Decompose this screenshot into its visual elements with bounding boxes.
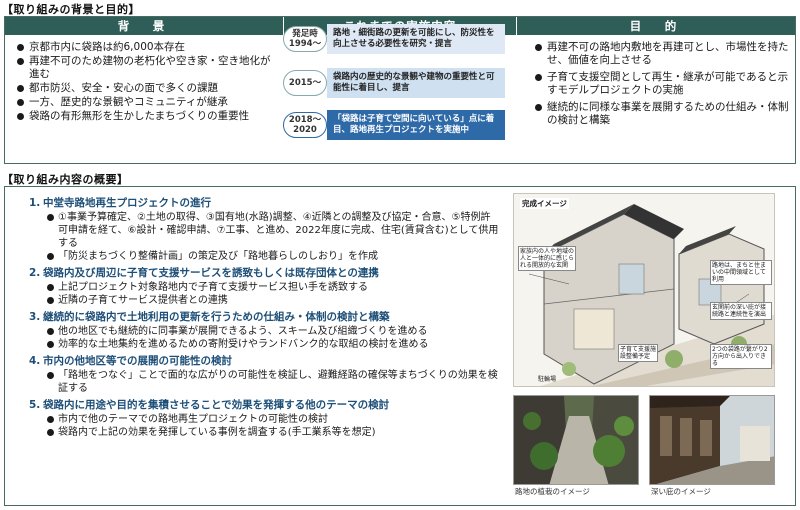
list-item: 一方、歴史的な景観やコミュニティが継承 [15,96,277,109]
outline-item: 4. 市内の他地区等での展開の可能性の検討 「路地をつなぐ」ことで面的な広がりの可… [29,355,499,395]
list-item: 京都市内に袋路は約6,000本存在 [15,41,277,54]
list-item: 市内で他のテーマでの路地再生プロジェクトの可能性の検討 [45,413,499,426]
callout-label: 路地は、まちと住まいの中間領域として利用 [710,260,772,285]
purpose-list: 再建不可の路地内敷地を再建可とし、市場性を持たせ、価値を向上させる 子育て支援空… [533,41,789,128]
outline-heading: 5. 袋路内に用途や目的を集積させることで効果を発揮する他のテーマの検討 [29,399,390,411]
callout-label: 駐輪場 [538,376,557,383]
completion-illustration: 完成イメージ 家族内の人や地域の人と一体的に感じられる開放的な玄関 路地は、まち… [513,193,775,387]
photo-caption: 深い庇のイメージ [651,487,711,496]
outline-heading: 1. 中堂寺路地再生プロジェクトの進行 [29,197,211,209]
photo-caption: 路地の植栽のイメージ [515,487,590,496]
callout-label: 2つの袋路が繋がり2方向から出入りできる [710,344,772,369]
list-item: 再建不可の路地内敷地を再建可とし、市場性を持たせ、価値を向上させる [533,41,789,67]
outline-heading: 4. 市内の他地区等での展開の可能性の検討 [29,355,232,367]
list-item: 継続的に同様な事業を展開するための仕組み・体制の検討と構築 [533,101,789,127]
list-item: 効率的な土地集約を進めるための寄附受けやランドバンク的な取組の検討を進める [45,338,499,351]
timeline-item: 2018～ 2020 「袋路は子育て空間に向いている」点に着目、路地再生プロジェ… [283,110,505,140]
list-item: 上記プロジェクト対象路地内で子育て支援サービス担い手を誘致する [45,281,499,294]
list-item: 袋路の有形無形を生かしたまちづくりの重要性 [15,110,277,123]
deep-eaves-image [650,396,774,484]
timeline-text: 路地・細街路の更新を可能にし、防災性を向上させる必要性を研究・提言 [327,24,505,54]
timeline-year: 2015～ [283,70,327,96]
alley-planting-image [514,396,638,484]
overview-section-title: 【取り組み内容の概要】 [2,173,129,186]
outline-item: 1. 中堂寺路地再生プロジェクトの進行 ①事業予算確定、②土地の取得、③国有地(水… [29,197,499,263]
timeline-year: 発足時 1994～ [283,26,327,52]
list-item: 再建不可のため建物の老朽化や空き家・空き地化が進む [15,55,277,81]
overview-outline: 1. 中堂寺路地再生プロジェクトの進行 ①事業予算確定、②土地の取得、③国有地(水… [29,197,499,443]
list-item: 近隣の子育てサービス提供者との連携 [45,294,499,307]
timeline-text: 袋路内の歴史的な景観や建物の重要性と可能性に着目し、提言 [327,68,505,98]
callout-label: 子育て支援施設整備予定 [618,344,658,362]
illustration-title: 完成イメージ [520,198,569,209]
list-item: 他の地区でも継続的に同事業が展開できるよう、スキーム及び組織づくりを進める [45,325,499,338]
timeline-year: 2018～ 2020 [283,112,327,138]
history-timeline: 発足時 1994～ 路地・細街路の更新を可能にし、防災性を向上させる必要性を研究… [283,22,505,144]
timeline-text: 「袋路は子育て空間に向いている」点に着目、路地再生プロジェクトを実施中 [327,110,505,140]
callout-label: 家族内の人や地域の人と一体的に感じられる開放的な玄関 [518,246,576,271]
alley-planting-photo [513,395,639,485]
outline-heading: 2. 袋路内及び周辺に子育て支援サービスを誘致もしくは既存団体との連携 [29,267,379,279]
overview-panel: 1. 中堂寺路地再生プロジェクトの進行 ①事業予算確定、②土地の取得、③国有地(水… [4,186,796,506]
timeline-item: 発足時 1994～ 路地・細街路の更新を可能にし、防災性を向上させる必要性を研究… [283,24,505,54]
callout-label: 玄関前の深い庇が接続路と連続性を演出 [710,302,772,320]
list-item: 子育て支援空間として再生・継承が可能であると示すモデルプロジェクトの実施 [533,71,789,97]
outline-heading: 3. 継続的に袋路内で土地利用の更新を行うための仕組み・体制の検討と構築 [29,311,390,323]
outline-item: 5. 袋路内に用途や目的を集積させることで効果を発揮する他のテーマの検討 市内で他… [29,399,499,439]
list-item: 「防災まちづくり整備計画」の策定及び「路地暮らしのしおり」を作成 [45,250,499,263]
purpose-heading: 目 的 [517,17,795,35]
timeline-item: 2015～ 袋路内の歴史的な景観や建物の重要性と可能性に着目し、提言 [283,68,505,98]
background-section-title: 【取り組みの背景と目的】 [2,3,140,16]
background-heading: 背 景 [5,17,283,35]
list-item: ①事業予算確定、②土地の取得、③国有地(水路)調整、④近隣との調整及び協定・合意… [45,211,499,250]
outline-item: 3. 継続的に袋路内で土地利用の更新を行うための仕組み・体制の検討と構築 他の地区… [29,311,499,351]
outline-item: 2. 袋路内及び周辺に子育て支援サービスを誘致もしくは既存団体との連携 上記プロジ… [29,267,499,307]
list-item: 都市防災、安全・安心の面で多くの課題 [15,82,277,95]
list-item: 「路地をつなぐ」ことで面的な広がりの可能性を検証し、避難経路の確保等まちづくりの… [45,369,499,395]
background-list: 京都市内に袋路は約6,000本存在 再建不可のため建物の老朽化や空き家・空き地化… [15,41,277,124]
list-item: 袋路内で上記の効果を発揮している事例を調査する(手工業系等を想定) [45,426,499,439]
deep-eaves-photo [649,395,775,485]
